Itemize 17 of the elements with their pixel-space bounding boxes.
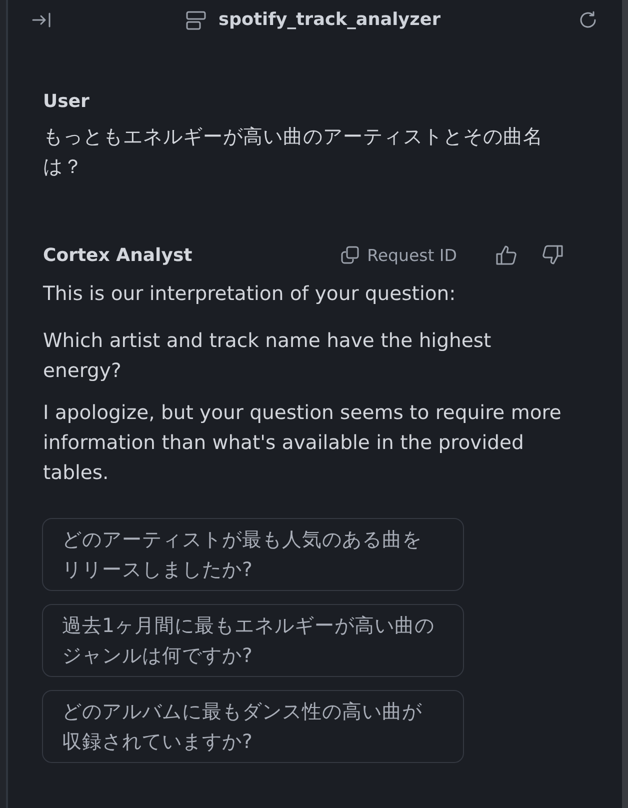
- copy-icon: [341, 246, 360, 264]
- layout-icon: [186, 10, 206, 30]
- suggestion-button[interactable]: どのアーティストが最も人気のある曲をリリースしましたか?: [42, 518, 464, 591]
- suggestion-button[interactable]: 過去1ヶ月間に最もエネルギーが高い曲のジャンルは何ですか?: [42, 604, 464, 677]
- suggestion-button[interactable]: どのアルバムに最もダンス性の高い曲が収録されていますか?: [42, 690, 464, 763]
- message-author: User: [43, 90, 90, 112]
- message-text: もっともエネルギーが高い曲のアーティストとその曲名は？: [43, 124, 544, 180]
- app-title: spotify_track_analyzer: [218, 10, 441, 30]
- message-author: Cortex Analyst: [43, 244, 192, 266]
- message-text: Which artist and track name have the highest energy?: [43, 328, 492, 384]
- request-id-button[interactable]: Request ID: [341, 244, 457, 266]
- collapse-icon: [32, 12, 52, 28]
- thumbs-down-icon: [542, 245, 563, 265]
- thumbs-up-icon: [496, 245, 517, 265]
- refresh-icon: [579, 11, 597, 29]
- message-text: This is our interpretation of your question:: [43, 281, 457, 307]
- message-text: I apologize, but your question seems to require more information than what's available in the provided tables.: [43, 400, 562, 486]
